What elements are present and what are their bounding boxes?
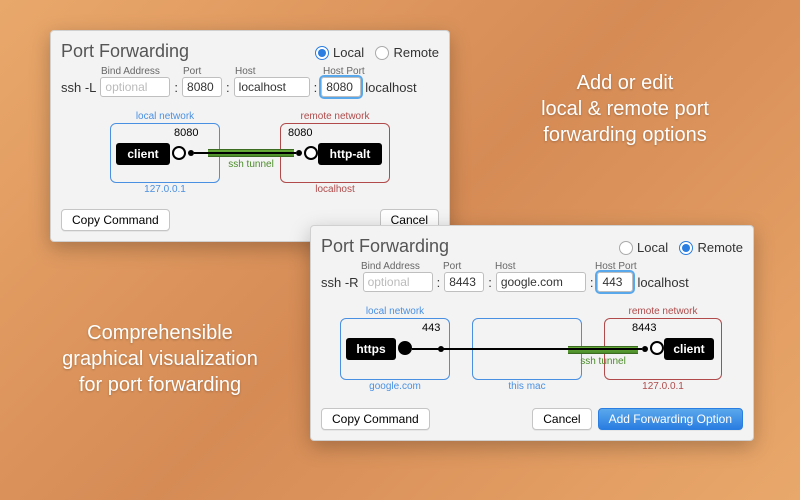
port-forwarding-panel-local: Port Forwarding Local Remote Bind Addres…	[50, 30, 450, 242]
copy-command-button[interactable]: Copy Command	[321, 408, 430, 430]
port-input[interactable]: 8080	[182, 77, 222, 97]
ssh-prefix: ssh -R	[321, 275, 359, 290]
ssh-suffix: localhost	[365, 80, 416, 95]
https-node: https	[346, 338, 396, 360]
ssh-suffix: localhost	[637, 275, 688, 290]
ssh-prefix: ssh -L	[61, 80, 96, 95]
radio-dot-icon	[619, 241, 633, 255]
client-node: client	[116, 143, 170, 165]
local-host-label: google.com	[341, 381, 449, 392]
local-network-label: local network	[111, 111, 219, 122]
label-host-port: Host Port	[323, 66, 383, 77]
host-port-input[interactable]: 443	[597, 272, 633, 292]
label-host: Host	[495, 261, 595, 272]
bind-address-input[interactable]: optional	[100, 77, 170, 97]
left-port-label: 443	[422, 322, 440, 334]
socket-icon	[304, 146, 318, 160]
radio-dot-icon	[315, 46, 329, 60]
add-forwarding-option-button[interactable]: Add Forwarding Option	[598, 408, 743, 430]
http-alt-node: http-alt	[318, 143, 382, 165]
cancel-button[interactable]: Cancel	[532, 408, 591, 430]
radio-dot-icon	[679, 241, 693, 255]
label-host-port: Host Port	[595, 261, 655, 272]
remote-ip-label: 127.0.0.1	[605, 381, 721, 392]
radio-remote[interactable]: Remote	[679, 240, 743, 255]
label-host: Host	[235, 66, 323, 77]
right-port-label: 8080	[288, 127, 312, 139]
radio-dot-icon	[375, 46, 389, 60]
host-input[interactable]: localhost	[234, 77, 310, 97]
caption-bottom-left: Comprehensiblegraphical visualizationfor…	[40, 320, 280, 398]
socket-icon	[172, 146, 186, 160]
socket-icon	[650, 341, 664, 355]
local-network-label: local network	[341, 306, 449, 317]
local-ip-label: 127.0.0.1	[111, 184, 219, 195]
client-node: client	[664, 338, 714, 360]
bind-address-input[interactable]: optional	[363, 272, 433, 292]
copy-command-button[interactable]: Copy Command	[61, 209, 170, 231]
socket-icon	[398, 341, 412, 355]
radio-local[interactable]: Local	[315, 45, 364, 60]
port-forwarding-panel-remote: Port Forwarding Local Remote Bind Addres…	[310, 225, 754, 441]
label-bind-address: Bind Address	[101, 66, 183, 77]
tunnel-label: ssh tunnel	[208, 159, 294, 170]
left-port-label: 8080	[174, 127, 198, 139]
label-bind-address: Bind Address	[361, 261, 443, 272]
remote-network-label: remote network	[605, 306, 721, 317]
host-port-input[interactable]: 8080	[321, 77, 361, 97]
host-input[interactable]: google.com	[496, 272, 586, 292]
this-mac-label: this mac	[473, 381, 581, 392]
remote-network-label: remote network	[281, 111, 389, 122]
forwarding-diagram: local network google.com this mac remote…	[332, 304, 732, 400]
caption-top-right: Add or editlocal & remote portforwarding…	[510, 70, 740, 148]
right-port-label: 8443	[632, 322, 656, 334]
radio-remote[interactable]: Remote	[375, 45, 439, 60]
panel-title: Port Forwarding	[61, 41, 189, 62]
label-port: Port	[183, 66, 235, 77]
port-input[interactable]: 8443	[444, 272, 484, 292]
panel-title: Port Forwarding	[321, 236, 449, 257]
label-port: Port	[443, 261, 495, 272]
tunnel-label: ssh tunnel	[562, 356, 644, 367]
forwarding-diagram: local network 127.0.0.1 remote network l…	[90, 109, 410, 201]
radio-local[interactable]: Local	[619, 240, 668, 255]
remote-host-label: localhost	[281, 184, 389, 195]
